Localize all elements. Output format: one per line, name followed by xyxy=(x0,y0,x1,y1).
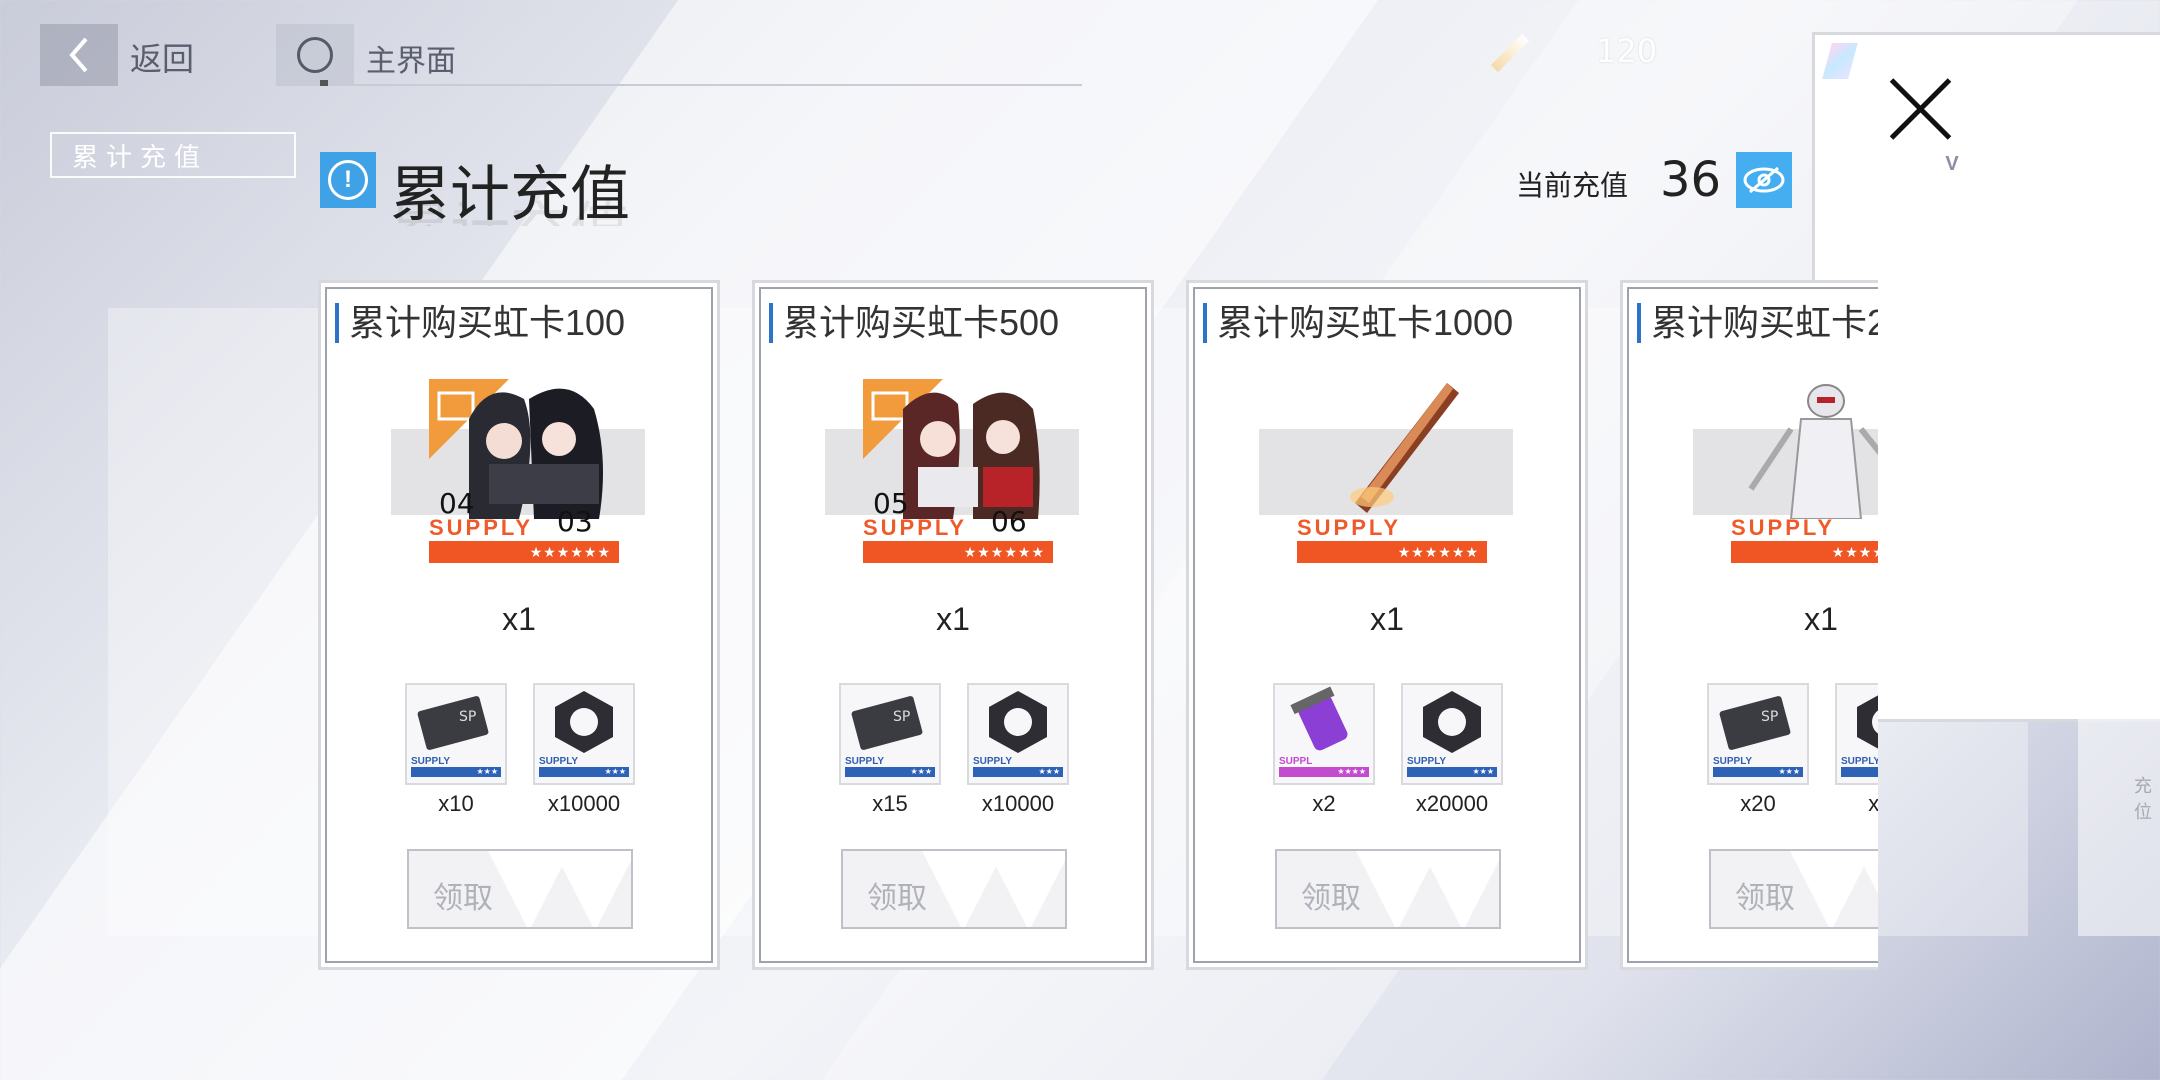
svg-text:SP: SP xyxy=(893,709,910,725)
claim-label: 领取 xyxy=(1735,882,1795,915)
vip-badge: V xyxy=(1930,151,1974,177)
sub-reward-item[interactable]: SUPPLY ★★★ x10000 xyxy=(533,683,635,817)
character-number: 06 xyxy=(991,505,1027,538)
divider xyxy=(320,84,1082,86)
hex-nut-icon: SUPPLY ★★★ xyxy=(1835,683,1878,785)
reward-cards-scroll[interactable]: 累计购买虹卡100 04 03 SUPPLY ★★★★★★ x1 SP SUPP… xyxy=(318,276,1878,976)
main-reward-qty: x1 xyxy=(936,601,970,637)
claim-button[interactable]: 领取 xyxy=(1709,849,1878,929)
sub-reward-item[interactable]: SUPPLY ★★★ x10000 xyxy=(967,683,1069,817)
svg-text:SP: SP xyxy=(459,709,476,725)
sp-chip-icon: SP SUPPLY ★★★ xyxy=(839,683,941,785)
hex-nut-icon: SUPPLY ★★★ xyxy=(967,683,1069,785)
recharge-tab[interactable]: V 充值 xyxy=(1848,132,2134,196)
character-number: 03 xyxy=(557,505,593,538)
main-reward-item[interactable]: 05 06 SUPPLY ★★★★★★ xyxy=(825,379,1079,563)
sub-reward-qty: x10000 xyxy=(981,791,1055,816)
claim-label: 领取 xyxy=(1301,882,1361,915)
sub-reward-qty: x10 xyxy=(438,791,474,816)
back-button[interactable] xyxy=(40,24,118,86)
sub-reward-item[interactable]: SUPPLY ★★★ x20 xyxy=(1835,683,1878,817)
sub-rewards: SP SUPPLY ★★★ x15 SUPPLY ★★★ x10000 xyxy=(839,683,1069,817)
sub-reward-qty: x20 xyxy=(1740,791,1776,816)
home-circle-icon xyxy=(297,37,333,73)
rarity-stars: ★★★★★★ xyxy=(429,541,619,563)
home-button[interactable] xyxy=(276,24,354,86)
recharge-tab-label: 充值 xyxy=(1984,148,2052,187)
recharge-tab-underline xyxy=(1848,190,2134,195)
purple-capsule-icon: SUPPL ★★★★ xyxy=(1273,683,1375,785)
sub-reward-item[interactable]: SP SUPPLY ★★★ x20 xyxy=(1707,683,1809,817)
supply-label: SUPPLY xyxy=(1731,515,1836,540)
main-reward-qty: x1 xyxy=(502,601,536,637)
sub-reward-qty: x20000 xyxy=(1415,791,1489,816)
claim-button[interactable]: 领取 xyxy=(1275,849,1501,929)
main-reward-qty: x1 xyxy=(1370,601,1404,637)
reward-card: 累计购买虹卡2 SUPPLY ★★★★★★ x1 SP SUPPLY ★★★ x xyxy=(1620,280,1878,970)
supply-label: SUPPLY xyxy=(1297,515,1402,540)
svg-text:SP: SP xyxy=(1761,709,1778,725)
current-recharge-value: 36 xyxy=(1660,152,1722,208)
claim-button[interactable]: 领取 xyxy=(841,849,1067,929)
sub-rewards: SUPPL ★★★★ x2 SUPPLY ★★★ x20000 xyxy=(1273,683,1503,817)
home-label[interactable]: 主界面 xyxy=(366,36,456,80)
card-title: 累计购买虹卡100 xyxy=(335,303,625,343)
card-title: 累计购买虹卡1000 xyxy=(1203,303,1513,343)
sp-chip-icon: SP SUPPLY ★★★ xyxy=(1707,683,1809,785)
info-icon[interactable]: ! xyxy=(320,152,376,208)
claim-label: 领取 xyxy=(433,882,493,915)
sub-reward-item[interactable]: SP SUPPLY ★★★ x15 xyxy=(839,683,941,817)
hex-nut-icon: SUPPLY ★★★ xyxy=(533,683,635,785)
side-tab-cumulative[interactable]: 累计充值 xyxy=(50,132,296,178)
currency-pen: 120 xyxy=(1480,28,1657,74)
sub-reward-qty: x15 xyxy=(872,791,908,816)
sp-chip-icon: SP SUPPLY ★★★ xyxy=(405,683,507,785)
back-label[interactable]: 返回 xyxy=(130,34,194,80)
side-panel-text: 充位 xyxy=(2134,776,2152,822)
sub-reward-qty: x10000 xyxy=(547,791,621,816)
card-title: 累计购买虹卡2 xyxy=(1637,303,1878,343)
sub-reward-qty: x20 xyxy=(1868,791,1878,816)
pen-currency-icon xyxy=(1480,28,1526,74)
reward-card: 累计购买虹卡500 05 06 SUPPLY ★★★★★★ x1 SP SUPP… xyxy=(752,280,1154,970)
current-recharge-label: 当前充值 xyxy=(1516,170,1629,201)
page-title: 累计充值 xyxy=(390,161,630,228)
sub-reward-qty: x2 xyxy=(1312,791,1336,816)
blade-weapon-icon xyxy=(1350,383,1459,513)
card-title: 累计购买虹卡500 xyxy=(769,303,1059,343)
main-reward-qty: x1 xyxy=(1804,601,1838,637)
claim-label: 领取 xyxy=(867,882,927,915)
chevron-left-icon xyxy=(69,37,88,73)
reward-card: 累计购买虹卡1000 SUPPLY ★★★★★★ x1 SUPPL ★★★★ x… xyxy=(1186,280,1588,970)
sub-reward-item[interactable]: SUPPLY ★★★ x20000 xyxy=(1401,683,1503,817)
hex-nut-icon: SUPPLY ★★★ xyxy=(1401,683,1503,785)
main-reward-item[interactable]: SUPPLY ★★★★★★ xyxy=(1259,379,1513,563)
hide-eye-button[interactable] xyxy=(1736,152,1792,208)
currency-card: 4 xyxy=(1812,28,2160,722)
sub-rewards: SP SUPPLY ★★★ x20 SUPPLY ★★★ x20 xyxy=(1707,683,1878,817)
mech-suit-art-icon xyxy=(1748,384,1878,519)
currency-pen-value: 120 xyxy=(1596,32,1658,70)
supply-label: SUPPLY xyxy=(863,515,968,540)
reward-card: 累计购买虹卡100 04 03 SUPPLY ★★★★★★ x1 SP SUPP… xyxy=(318,280,720,970)
rarity-stars: ★★★★★★ xyxy=(863,541,1053,563)
rarity-stars: ★★★★★★ xyxy=(1731,541,1878,563)
divider-mark xyxy=(320,80,328,86)
main-reward-item[interactable]: SUPPLY ★★★★★★ xyxy=(1693,379,1878,563)
eye-slash-icon xyxy=(1743,166,1785,194)
sub-reward-item[interactable]: SP SUPPLY ★★★ x10 xyxy=(405,683,507,817)
sub-reward-item[interactable]: SUPPL ★★★★ x2 xyxy=(1273,683,1375,817)
supply-label: SUPPLY xyxy=(429,515,534,540)
claim-button[interactable]: 领取 xyxy=(407,849,633,929)
side-panel: 充位 xyxy=(2078,306,2160,936)
sub-rewards: SP SUPPLY ★★★ x10 SUPPLY ★★★ x10000 xyxy=(405,683,635,817)
main-reward-item[interactable]: 04 03 SUPPLY ★★★★★★ xyxy=(391,379,645,563)
rarity-stars: ★★★★★★ xyxy=(1297,541,1487,563)
